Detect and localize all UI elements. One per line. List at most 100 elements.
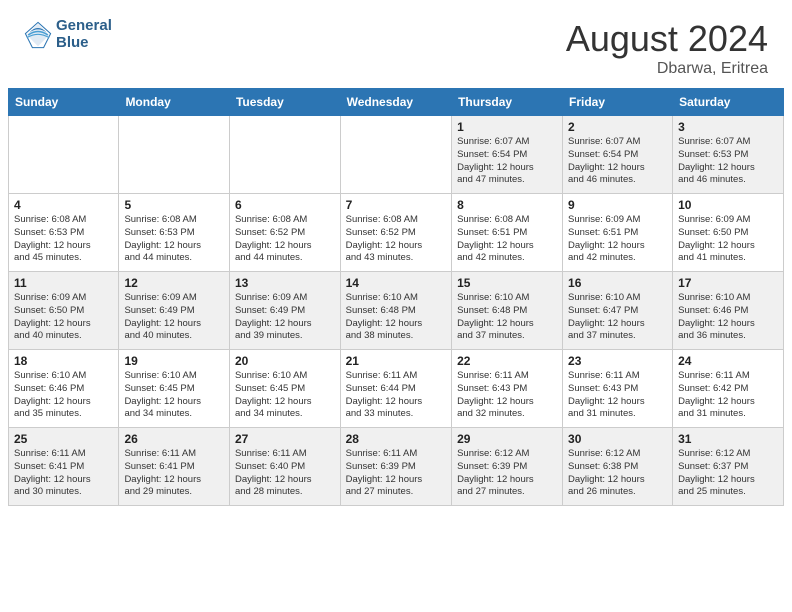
- day-number: 4: [14, 198, 113, 212]
- day-info: Sunrise: 6:11 AM Sunset: 6:43 PM Dayligh…: [568, 370, 667, 421]
- logo-text: General Blue: [56, 18, 112, 51]
- day-number: 21: [346, 354, 446, 368]
- calendar-cell: 10 Sunrise: 6:09 AM Sunset: 6:50 PM Dayli…: [673, 194, 784, 272]
- day-number: 31: [678, 432, 778, 446]
- day-info: Sunrise: 6:12 AM Sunset: 6:38 PM Dayligh…: [568, 448, 667, 499]
- day-number: 11: [14, 276, 113, 290]
- calendar-cell: 20 Sunrise: 6:10 AM Sunset: 6:45 PM Dayli…: [229, 350, 340, 428]
- calendar-cell: 23 Sunrise: 6:11 AM Sunset: 6:43 PM Dayli…: [563, 350, 673, 428]
- calendar-cell: 12 Sunrise: 6:09 AM Sunset: 6:49 PM Dayli…: [119, 272, 230, 350]
- calendar-cell: 1 Sunrise: 6:07 AM Sunset: 6:54 PM Daylig…: [452, 116, 563, 194]
- calendar-cell: 26 Sunrise: 6:11 AM Sunset: 6:41 PM Dayli…: [119, 428, 230, 506]
- day-number: 12: [124, 276, 224, 290]
- weekday-header-friday: Friday: [563, 89, 673, 116]
- week-row-3: 11 Sunrise: 6:09 AM Sunset: 6:50 PM Dayli…: [9, 272, 784, 350]
- title-section: August 2024 Dbarwa, Eritrea: [566, 18, 768, 78]
- calendar-cell: 2 Sunrise: 6:07 AM Sunset: 6:54 PM Daylig…: [563, 116, 673, 194]
- calendar-cell: 4 Sunrise: 6:08 AM Sunset: 6:53 PM Daylig…: [9, 194, 119, 272]
- calendar-cell: 19 Sunrise: 6:10 AM Sunset: 6:45 PM Dayli…: [119, 350, 230, 428]
- calendar-cell: 30 Sunrise: 6:12 AM Sunset: 6:38 PM Dayli…: [563, 428, 673, 506]
- day-info: Sunrise: 6:08 AM Sunset: 6:52 PM Dayligh…: [346, 214, 446, 265]
- day-number: 30: [568, 432, 667, 446]
- day-info: Sunrise: 6:10 AM Sunset: 6:45 PM Dayligh…: [124, 370, 224, 421]
- day-number: 2: [568, 120, 667, 134]
- calendar-cell: 11 Sunrise: 6:09 AM Sunset: 6:50 PM Dayli…: [9, 272, 119, 350]
- calendar-cell: 29Sunrise: 6:12 AM Sunset: 6:39 PM Dayli…: [452, 428, 563, 506]
- day-number: 7: [346, 198, 446, 212]
- weekday-header-saturday: Saturday: [673, 89, 784, 116]
- calendar-cell: 31 Sunrise: 6:12 AM Sunset: 6:37 PM Dayli…: [673, 428, 784, 506]
- calendar-cell: 7 Sunrise: 6:08 AM Sunset: 6:52 PM Daylig…: [340, 194, 451, 272]
- logo-blue: Blue: [56, 35, 112, 52]
- calendar-cell: [9, 116, 119, 194]
- day-info: Sunrise: 6:10 AM Sunset: 6:48 PM Dayligh…: [457, 292, 557, 343]
- calendar-wrapper: SundayMondayTuesdayWednesdayThursdayFrid…: [0, 88, 792, 514]
- calendar-cell: 3Sunrise: 6:07 AM Sunset: 6:53 PM Daylig…: [673, 116, 784, 194]
- day-info: Sunrise: 6:10 AM Sunset: 6:47 PM Dayligh…: [568, 292, 667, 343]
- weekday-header-wednesday: Wednesday: [340, 89, 451, 116]
- calendar-cell: [340, 116, 451, 194]
- day-number: 19: [124, 354, 224, 368]
- day-info: Sunrise: 6:08 AM Sunset: 6:53 PM Dayligh…: [14, 214, 113, 265]
- day-info: Sunrise: 6:11 AM Sunset: 6:44 PM Dayligh…: [346, 370, 446, 421]
- day-number: 23: [568, 354, 667, 368]
- week-row-5: 25Sunrise: 6:11 AM Sunset: 6:41 PM Dayli…: [9, 428, 784, 506]
- day-info: Sunrise: 6:10 AM Sunset: 6:48 PM Dayligh…: [346, 292, 446, 343]
- day-number: 14: [346, 276, 446, 290]
- day-info: Sunrise: 6:09 AM Sunset: 6:50 PM Dayligh…: [14, 292, 113, 343]
- day-number: 22: [457, 354, 557, 368]
- day-number: 28: [346, 432, 446, 446]
- day-number: 17: [678, 276, 778, 290]
- calendar-cell: [119, 116, 230, 194]
- day-number: 18: [14, 354, 113, 368]
- day-number: 6: [235, 198, 335, 212]
- day-info: Sunrise: 6:11 AM Sunset: 6:39 PM Dayligh…: [346, 448, 446, 499]
- day-info: Sunrise: 6:11 AM Sunset: 6:40 PM Dayligh…: [235, 448, 335, 499]
- day-info: Sunrise: 6:12 AM Sunset: 6:37 PM Dayligh…: [678, 448, 778, 499]
- day-number: 1: [457, 120, 557, 134]
- day-info: Sunrise: 6:09 AM Sunset: 6:49 PM Dayligh…: [235, 292, 335, 343]
- month-title: August 2024: [566, 18, 768, 60]
- location: Dbarwa, Eritrea: [566, 60, 768, 78]
- day-info: Sunrise: 6:07 AM Sunset: 6:54 PM Dayligh…: [568, 136, 667, 187]
- day-info: Sunrise: 6:11 AM Sunset: 6:43 PM Dayligh…: [457, 370, 557, 421]
- calendar-cell: 22 Sunrise: 6:11 AM Sunset: 6:43 PM Dayli…: [452, 350, 563, 428]
- day-number: 15: [457, 276, 557, 290]
- day-number: 20: [235, 354, 335, 368]
- calendar-cell: 21 Sunrise: 6:11 AM Sunset: 6:44 PM Dayli…: [340, 350, 451, 428]
- day-info: Sunrise: 6:11 AM Sunset: 6:42 PM Dayligh…: [678, 370, 778, 421]
- week-row-4: 18 Sunrise: 6:10 AM Sunset: 6:46 PM Dayli…: [9, 350, 784, 428]
- day-info: Sunrise: 6:09 AM Sunset: 6:49 PM Dayligh…: [124, 292, 224, 343]
- day-number: 27: [235, 432, 335, 446]
- day-info: Sunrise: 6:10 AM Sunset: 6:46 PM Dayligh…: [678, 292, 778, 343]
- weekday-header-thursday: Thursday: [452, 89, 563, 116]
- day-info: Sunrise: 6:11 AM Sunset: 6:41 PM Dayligh…: [14, 448, 113, 499]
- day-info: Sunrise: 6:08 AM Sunset: 6:53 PM Dayligh…: [124, 214, 224, 265]
- logo-icon: [24, 21, 52, 49]
- day-info: Sunrise: 6:09 AM Sunset: 6:51 PM Dayligh…: [568, 214, 667, 265]
- calendar-cell: 13Sunrise: 6:09 AM Sunset: 6:49 PM Dayli…: [229, 272, 340, 350]
- day-info: Sunrise: 6:10 AM Sunset: 6:46 PM Dayligh…: [14, 370, 113, 421]
- day-info: Sunrise: 6:09 AM Sunset: 6:50 PM Dayligh…: [678, 214, 778, 265]
- day-number: 9: [568, 198, 667, 212]
- day-info: Sunrise: 6:11 AM Sunset: 6:41 PM Dayligh…: [124, 448, 224, 499]
- day-number: 10: [678, 198, 778, 212]
- week-row-1: 1 Sunrise: 6:07 AM Sunset: 6:54 PM Daylig…: [9, 116, 784, 194]
- calendar-cell: 16Sunrise: 6:10 AM Sunset: 6:47 PM Dayli…: [563, 272, 673, 350]
- day-info: Sunrise: 6:10 AM Sunset: 6:45 PM Dayligh…: [235, 370, 335, 421]
- calendar-cell: 8Sunrise: 6:08 AM Sunset: 6:51 PM Daylig…: [452, 194, 563, 272]
- weekday-header-row: SundayMondayTuesdayWednesdayThursdayFrid…: [9, 89, 784, 116]
- calendar-cell: 27 Sunrise: 6:11 AM Sunset: 6:40 PM Dayli…: [229, 428, 340, 506]
- calendar-cell: 5Sunrise: 6:08 AM Sunset: 6:53 PM Daylig…: [119, 194, 230, 272]
- weekday-header-tuesday: Tuesday: [229, 89, 340, 116]
- day-number: 24: [678, 354, 778, 368]
- calendar-cell: 18 Sunrise: 6:10 AM Sunset: 6:46 PM Dayli…: [9, 350, 119, 428]
- calendar-cell: 17 Sunrise: 6:10 AM Sunset: 6:46 PM Dayli…: [673, 272, 784, 350]
- calendar-cell: [229, 116, 340, 194]
- day-number: 26: [124, 432, 224, 446]
- calendar-cell: 9 Sunrise: 6:09 AM Sunset: 6:51 PM Daylig…: [563, 194, 673, 272]
- logo-general: General: [56, 18, 112, 35]
- day-info: Sunrise: 6:07 AM Sunset: 6:53 PM Dayligh…: [678, 136, 778, 187]
- day-number: 8: [457, 198, 557, 212]
- day-info: Sunrise: 6:07 AM Sunset: 6:54 PM Dayligh…: [457, 136, 557, 187]
